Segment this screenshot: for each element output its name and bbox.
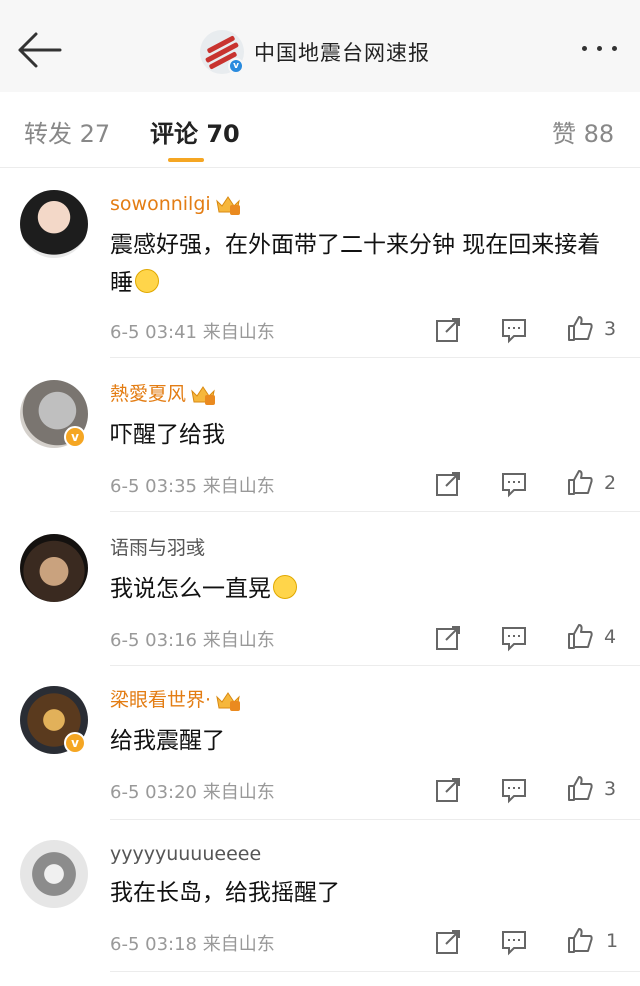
back-arrow-icon[interactable] <box>14 30 64 70</box>
comment-text: 给我震醒了 <box>110 728 225 754</box>
comment-item: sowonnilgi 震感好强，在外面带了二十来分钟 现在回来接着睡 6-5 0… <box>0 168 640 358</box>
page-title: 中国地震台网速报 <box>254 41 430 65</box>
thumbs-up-icon[interactable] <box>566 622 594 650</box>
verified-badge-icon: v <box>228 58 244 74</box>
reply-icon[interactable] <box>500 928 528 956</box>
comment-meta: 6-5 03:41 来自山东 <box>110 322 275 343</box>
like-count: 3 <box>604 318 617 340</box>
vip-crown-icon <box>215 193 241 215</box>
share-icon[interactable] <box>434 776 462 804</box>
like-count: 4 <box>604 626 617 648</box>
avatar[interactable] <box>20 190 88 258</box>
tab-repost[interactable]: 转发 27 <box>24 114 110 149</box>
thumbs-up-icon[interactable] <box>566 468 594 496</box>
tab-likes[interactable]: 赞 88 <box>552 114 614 149</box>
comment-item: v 熱愛夏风 吓醒了给我 6-5 03:35 来自山东 2 <box>0 358 640 512</box>
avatar[interactable] <box>20 534 88 602</box>
reply-icon[interactable] <box>500 776 528 804</box>
active-tab-indicator <box>168 158 204 162</box>
top-bar: 中国地震台网速报 v <box>0 0 640 92</box>
username[interactable]: yyyyyuuuueeee <box>110 842 261 866</box>
divider <box>110 971 640 972</box>
crying-emoji-icon <box>135 269 159 293</box>
comment-meta: 6-5 03:18 来自山东 <box>110 934 275 955</box>
comment-text: 我说怎么一直晃 <box>110 570 610 608</box>
comment-text: 吓醒了给我 <box>110 422 225 448</box>
comment-text: 震感好强，在外面带了二十来分钟 现在回来接着睡 <box>110 232 601 296</box>
dizzy-emoji-icon <box>273 575 297 599</box>
thumbs-up-icon[interactable] <box>566 314 594 342</box>
username[interactable]: sowonnilgi <box>110 192 241 216</box>
share-icon[interactable] <box>434 624 462 652</box>
like-count: 1 <box>606 930 619 952</box>
share-icon[interactable] <box>434 928 462 956</box>
comment-meta: 6-5 03:16 来自山东 <box>110 630 275 651</box>
share-icon[interactable] <box>434 316 462 344</box>
vip-crown-icon <box>215 689 241 711</box>
comment-item: v 梁眼看世界· 给我震醒了 6-5 03:20 来自山东 3 <box>0 666 640 820</box>
vip-crown-icon <box>190 383 216 405</box>
tab-comments[interactable]: 评论 70 <box>150 114 240 149</box>
share-icon[interactable] <box>434 470 462 498</box>
comment-item: yyyyyuuuueeee 我在长岛，给我摇醒了 6-5 03:18 来自山东 … <box>0 820 640 986</box>
comment-item: 语雨与羽彧 我说怎么一直晃 6-5 03:16 来自山东 4 <box>0 512 640 666</box>
reply-icon[interactable] <box>500 470 528 498</box>
username[interactable]: 语雨与羽彧 <box>110 536 205 560</box>
comment-meta: 6-5 03:20 来自山东 <box>110 782 275 803</box>
thumbs-up-icon[interactable] <box>566 926 594 954</box>
tab-bar: 转发 27 评论 70 赞 88 <box>0 92 640 168</box>
comment-text: 我在长岛，给我摇醒了 <box>110 880 340 906</box>
reply-icon[interactable] <box>500 316 528 344</box>
username[interactable]: 梁眼看世界· <box>110 688 241 712</box>
more-options-icon[interactable] <box>582 46 617 51</box>
like-count: 3 <box>604 778 617 800</box>
like-count: 2 <box>604 472 617 494</box>
comment-meta: 6-5 03:35 来自山东 <box>110 476 275 497</box>
reply-icon[interactable] <box>500 624 528 652</box>
avatar[interactable] <box>20 840 88 908</box>
username[interactable]: 熱愛夏风 <box>110 382 216 406</box>
verified-badge-icon: v <box>64 426 86 448</box>
verified-badge-icon: v <box>64 732 86 754</box>
thumbs-up-icon[interactable] <box>566 774 594 802</box>
